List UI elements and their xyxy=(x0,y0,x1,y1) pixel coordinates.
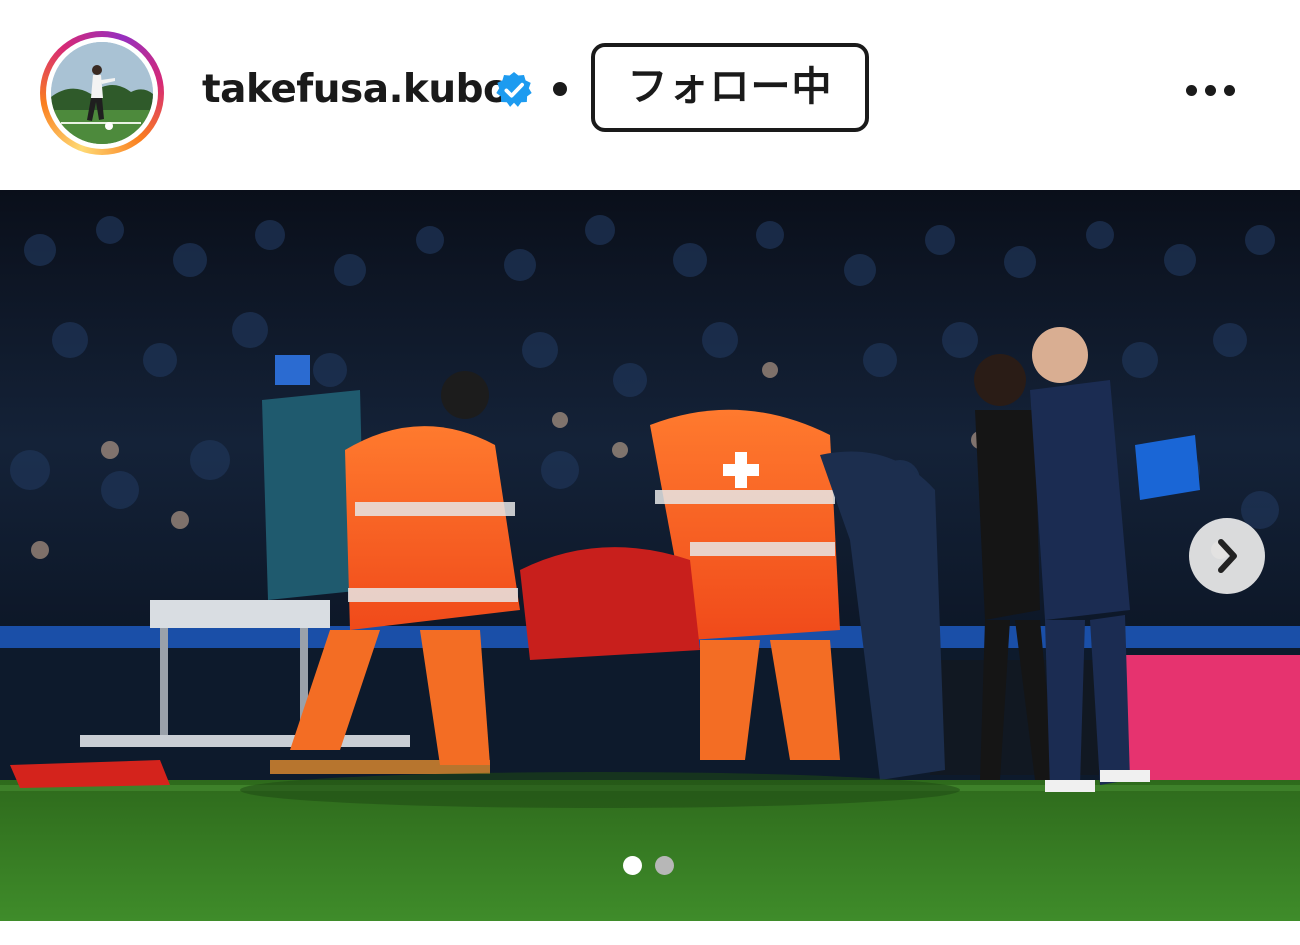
avatar-ring-gap xyxy=(46,37,158,149)
more-dot xyxy=(1186,85,1197,96)
username-link[interactable]: takefusa.kubo xyxy=(202,62,510,118)
story-ring-avatar[interactable] xyxy=(40,31,164,155)
more-dot xyxy=(1224,85,1235,96)
pagination-dot-active[interactable] xyxy=(623,856,642,875)
separator-dot xyxy=(553,82,567,96)
following-button[interactable]: フォロー中 xyxy=(591,43,869,132)
verified-badge-icon xyxy=(496,71,532,107)
post-header: takefusa.kubo フォロー中 xyxy=(0,0,1300,190)
carousel-next-button[interactable] xyxy=(1189,518,1265,594)
chevron-right-icon xyxy=(1218,539,1237,573)
post-photo[interactable] xyxy=(0,190,1300,921)
stadium-medical-scene xyxy=(0,190,1300,921)
avatar xyxy=(51,42,153,144)
more-dot xyxy=(1205,85,1216,96)
pagination-dot[interactable] xyxy=(655,856,674,875)
more-options-icon[interactable] xyxy=(1180,70,1242,112)
post-bottom-spacer xyxy=(0,921,1300,945)
carousel-pagination xyxy=(623,856,683,876)
avatar-photo xyxy=(51,42,153,144)
